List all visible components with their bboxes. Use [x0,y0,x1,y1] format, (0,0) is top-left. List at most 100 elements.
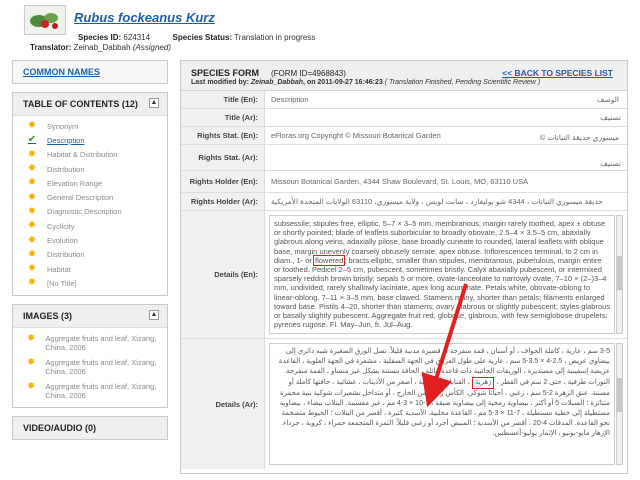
details-ar-highlight: زهرية [471,377,495,389]
image-item[interactable]: ✸ Aggregate fruits and leaf, Xizang, Chin… [13,355,167,379]
toc-item-evolution[interactable]: ✸ Evolution [13,233,167,247]
sun-icon: ✸ [27,380,36,392]
last-modified-user: Zeinab_Dabbah [250,79,304,86]
details-en-label: Details (En): [181,211,265,338]
sun-icon: ✸ [27,220,37,232]
sun-icon: ✸ [27,205,37,217]
form-id: (FORM ID=4968843) [271,69,346,78]
sun-icon: ✸ [27,148,37,160]
last-modified-prefix: Last modified by: [191,79,251,86]
toc-item-habitat[interactable]: ✸ Habitat [13,262,167,276]
species-meta: Species ID: 624314 Species Status: Trans… [78,33,315,42]
toc-item-general-description[interactable]: ✸ General Description [13,190,167,204]
species-id: 624314 [123,33,151,42]
species-title[interactable]: Rubus fockeanus Kurz [74,10,215,25]
sun-icon: ✸ [27,332,36,344]
row-details-ar: Details (Ar): 3-5 سم ، عارية ، كاملة الح… [181,339,627,469]
toc-box: TABLE OF CONTENTS (12) ▲ ✸ Synonym ✔ Descr… [12,92,168,296]
rights-ar-label: Rights Stat. (Ar): [181,145,265,170]
toc-item-label: Description [47,135,85,145]
sidebar: COMMON NAMES TABLE OF CONTENTS (12) ▲ ✸ S… [12,60,168,448]
toc-item-no-title[interactable]: ✸ [No Title] [13,276,167,290]
title-ar-label: Title (Ar): [181,109,265,126]
image-item[interactable]: ✸ Aggregate fruits and leaf, Xizang, Chin… [13,379,167,403]
title-en-ar-text: الوصف [596,95,619,104]
sun-icon: ✸ [27,248,37,260]
toc-item-label: Distribution [47,164,85,174]
sun-icon: ✸ [27,277,37,289]
form-title: SPECIES FORM [191,68,260,78]
checkmark-icon: ✔ [27,134,37,146]
details-ar-scrollbar[interactable] [616,343,623,465]
toc-item-label: Cyclicity [47,221,75,231]
species-status-label: Species Status: [172,33,233,42]
rights-en-value[interactable]: eFloras.org Copyright © Missouri Botanic… [265,127,627,144]
common-names-link[interactable]: COMMON NAMES [13,61,167,83]
title-en-text: Description [271,95,309,104]
details-ar-label: Details (Ar): [181,339,265,469]
images-collapse-button[interactable]: ▲ [149,309,159,320]
back-to-species-list-link[interactable]: << BACK TO SPECIES LIST [502,68,613,78]
sun-icon: ✸ [27,163,37,175]
rights-en-text: eFloras.org Copyright © Missouri Botanic… [271,131,441,140]
translator-line: Translator: Zeinab_Dabbah (Assigned) [30,43,171,52]
holder-ar-value[interactable]: حديقة ميسوري النباتات ، 4344 شو بوليفارد… [265,193,627,210]
details-en-highlight: flowered [313,254,346,266]
rights-ar-value[interactable]: تصنيف [265,145,627,170]
image-item[interactable]: ✸ Aggregate fruits and leaf, Xizang, Chin… [13,331,167,355]
title-en-label: Title (En): [181,91,265,108]
image-caption: Aggregate fruits and leaf, Xizang, China… [45,333,157,352]
translator-label: Translator: [30,43,72,52]
toc-item-label: Synonym [47,121,79,131]
species-id-label: Species ID: [78,33,122,42]
toc-item-elevation-range[interactable]: ✸ Elevation Range [13,176,167,190]
sun-icon: ✸ [27,356,36,368]
toc-item-distribution[interactable]: ✸ Distribution [13,162,167,176]
row-rights-ar: Rights Stat. (Ar): تصنيف [181,145,627,171]
rights-en-label: Rights Stat. (En): [181,127,265,144]
video-box: VIDEO/AUDIO (0) [12,415,168,440]
toc-item-distribution-2[interactable]: ✸ Distribution [13,248,167,262]
images-header: IMAGES (3) ▲ [13,304,167,328]
row-title-ar: Title (Ar): تصنيف [181,109,627,127]
toc-item-synonym[interactable]: ✸ Synonym [13,119,167,133]
row-holder-en: Rights Holder (En): Missouri Botanical G… [181,171,627,193]
form-header: SPECIES FORM (FORM ID=4968843) << BACK T… [181,61,627,91]
toc-item-cyclicity[interactable]: ✸ Cyclicity [13,219,167,233]
translator-name: Zeinab_Dabbah [73,43,131,52]
toc-item-label: Elevation Range [47,178,103,188]
details-en-cell: subsessile; stipules free, elliptic, 5–7… [265,211,627,338]
toc-item-label: Distribution [47,250,85,260]
details-en-scrollbar[interactable] [616,215,623,334]
sun-icon: ✸ [27,177,37,189]
details-ar-textarea[interactable]: 3-5 سم ، عارية ، كاملة الحواف ، أو أسنان… [269,343,615,465]
toc-item-label: Habitat [47,264,71,274]
holder-ar-label: Rights Holder (Ar): [181,193,265,210]
images-title: IMAGES (3) [23,310,73,321]
details-en-text-post: ; bracts elliptic, smaller than stipules… [274,255,611,330]
details-en-textarea[interactable]: subsessile; stipules free, elliptic, 5–7… [269,215,615,334]
toc-item-label: General Description [47,193,114,203]
species-status: Translation in progress [234,33,316,42]
details-ar-cell: 3-5 سم ، عارية ، كاملة الحواف ، أو أسنان… [265,339,627,469]
details-ar-text-post: ، القنابات إهليلجية ، أصغر من الأذينات ،… [279,379,610,437]
title-ar-value[interactable]: تصنيف [265,109,627,126]
row-rights-en: Rights Stat. (En): eFloras.org Copyright… [181,127,627,145]
toc-item-description[interactable]: ✔ Description [13,133,167,147]
toc-item-diagnostic-description[interactable]: ✸ Diagnostic Description [13,205,167,219]
common-names-box: COMMON NAMES [12,60,168,84]
toc-header: TABLE OF CONTENTS (12) ▲ [13,93,167,116]
images-box: IMAGES (3) ▲ ✸ Aggregate fruits and leaf,… [12,303,168,408]
toc-item-label: Evolution [47,236,78,246]
row-title-en: Title (En): Description الوصف [181,91,627,109]
holder-en-value[interactable]: Missouri Botanical Garden, 4344 Shaw Bou… [265,171,627,192]
toc-collapse-button[interactable]: ▲ [149,98,159,108]
species-thumbnail[interactable] [24,5,66,35]
sun-icon: ✸ [27,191,37,203]
title-en-value[interactable]: Description الوصف [265,91,627,108]
row-holder-ar: Rights Holder (Ar): حديقة ميسوري النباتا… [181,193,627,211]
sun-icon: ✸ [27,120,37,132]
toc-item-habitat-distribution[interactable]: ✸ Habitat & Distribution [13,148,167,162]
images-list: ✸ Aggregate fruits and leaf, Xizang, Chin… [13,328,167,407]
toc-title: TABLE OF CONTENTS (12) [23,99,138,109]
